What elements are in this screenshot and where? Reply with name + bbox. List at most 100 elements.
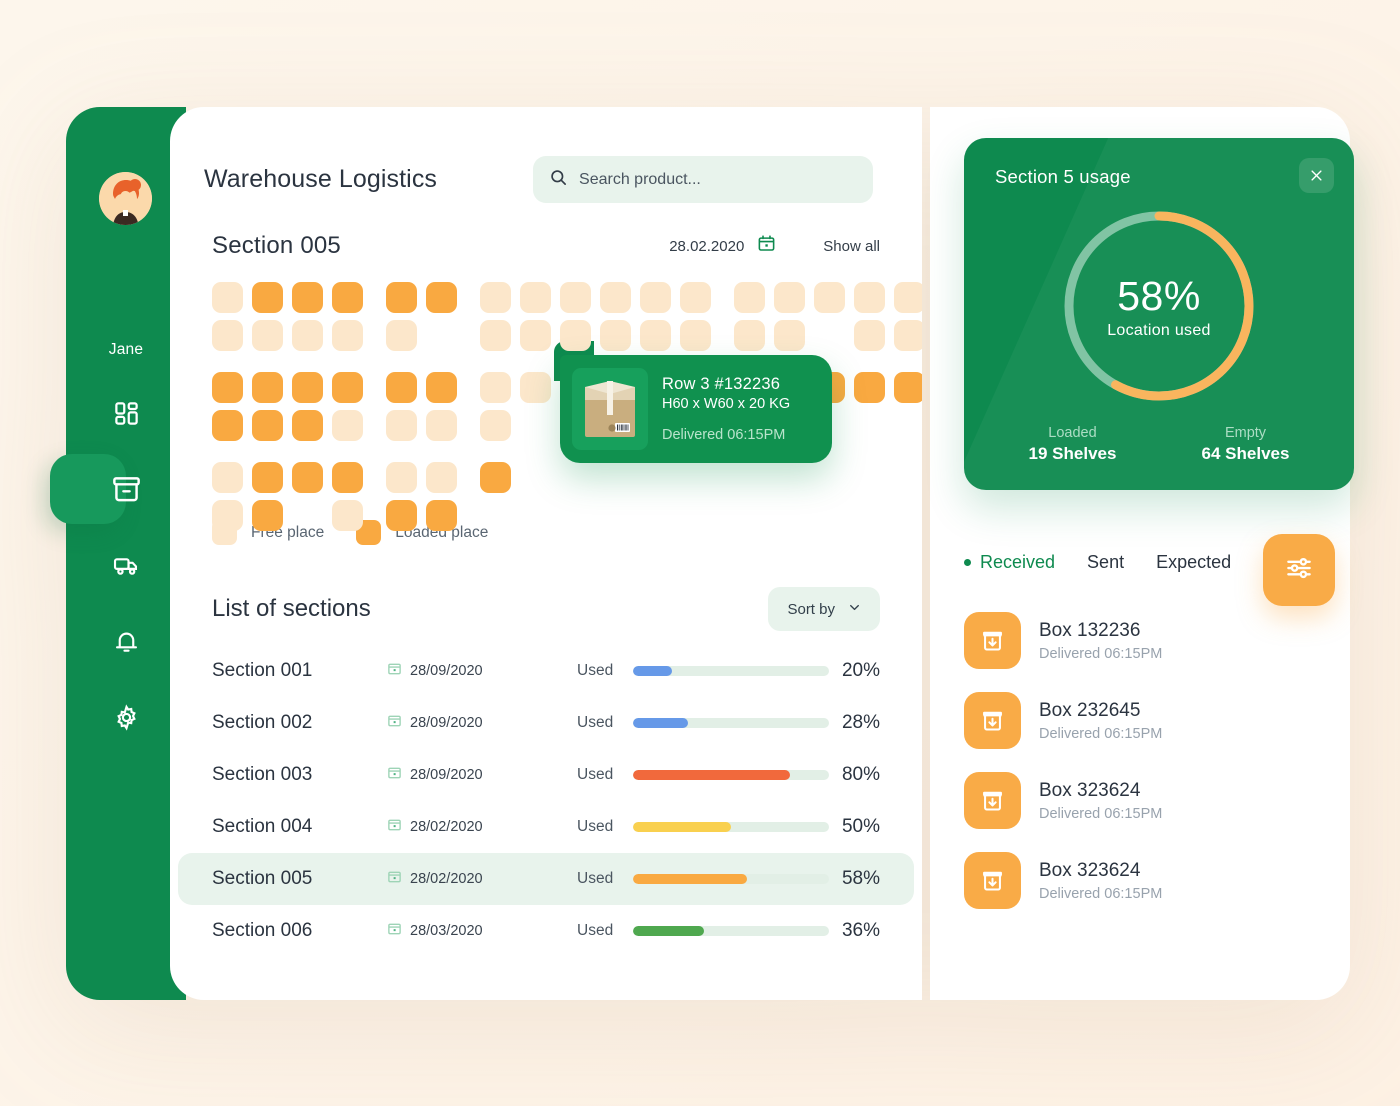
shelf-cell-loaded[interactable] — [332, 462, 363, 493]
box-name: Box 323624 — [1039, 859, 1141, 881]
search-input[interactable] — [579, 170, 858, 189]
table-row[interactable]: Section 005 28/02/2020 Used 58% — [178, 853, 914, 905]
shelf-cell-loaded[interactable] — [292, 410, 323, 441]
sidebar-item-warehouse[interactable] — [50, 451, 186, 527]
stat-loaded-label: Loaded — [1048, 425, 1097, 441]
shelf-cell-free[interactable] — [386, 410, 417, 441]
shelf-cell-free[interactable] — [640, 282, 671, 313]
shelf-cell-free[interactable] — [332, 410, 363, 441]
list-item[interactable]: Box 232645 Delivered 06:15PM — [964, 692, 1322, 749]
shelf-cell-free[interactable] — [520, 372, 551, 403]
shelf-popup-card[interactable]: Row 3 #132236 H60 x W60 x 20 KG Delivere… — [554, 341, 832, 463]
shelf-cell-free[interactable] — [520, 282, 551, 313]
shelf-cell-loaded[interactable] — [212, 372, 243, 403]
shelf-cell-free[interactable] — [814, 282, 845, 313]
list-item[interactable]: Box 323624 Delivered 06:15PM — [964, 852, 1322, 909]
shelf-cell-loaded[interactable] — [252, 372, 283, 403]
shelf-cell-free[interactable] — [894, 320, 922, 351]
close-icon[interactable] — [1299, 158, 1334, 193]
calendar-icon[interactable] — [757, 234, 776, 258]
shelf-cell-loaded[interactable] — [252, 282, 283, 313]
shelf-cell-free[interactable] — [480, 410, 511, 441]
table-row[interactable]: Section 001 28/09/2020 Used 20% — [178, 645, 914, 697]
usage-progress-fill — [633, 822, 731, 832]
tab-expected[interactable]: Expected — [1156, 552, 1231, 573]
shelf-cell-free[interactable] — [480, 282, 511, 313]
shelf-cell-free[interactable] — [212, 500, 243, 531]
table-row[interactable]: Section 003 28/09/2020 Used 80% — [178, 749, 914, 801]
section-date: 28.02.2020 — [669, 237, 745, 255]
section-name: Section 001 — [212, 660, 313, 681]
shelf-cell-free[interactable] — [640, 320, 671, 351]
shelf-cell-free[interactable] — [212, 462, 243, 493]
section-date: 28/09/2020 — [410, 715, 483, 731]
list-item[interactable]: Box 132236 Delivered 06:15PM — [964, 612, 1322, 669]
shelf-cell-free[interactable] — [386, 320, 417, 351]
shelf-cell-free[interactable] — [854, 282, 885, 313]
shelf-cell-loaded[interactable] — [894, 372, 922, 403]
shelf-cell-free[interactable] — [480, 372, 511, 403]
table-row[interactable]: Section 006 28/03/2020 Used 36% — [178, 905, 914, 957]
shelf-cell-free[interactable] — [680, 282, 711, 313]
sidebar-item-settings[interactable] — [66, 679, 186, 755]
shelf-grid-row — [212, 462, 922, 500]
shelf-cell-free[interactable] — [212, 320, 243, 351]
shelf-cell-loaded[interactable] — [292, 372, 323, 403]
shelf-cell-loaded[interactable] — [426, 500, 457, 531]
shelf-cell-loaded[interactable] — [386, 500, 417, 531]
sidebar-item-dashboard[interactable] — [66, 375, 186, 451]
shelf-cell-free[interactable] — [560, 282, 591, 313]
shelf-cell-loaded[interactable] — [252, 462, 283, 493]
shelf-cell-free[interactable] — [774, 320, 805, 351]
tab-received[interactable]: Received — [964, 552, 1055, 573]
avatar[interactable] — [99, 172, 152, 225]
search-bar[interactable] — [533, 156, 874, 203]
shelf-cell-free[interactable] — [680, 320, 711, 351]
tab-sent[interactable]: Sent — [1087, 552, 1124, 573]
shelf-cell-loaded[interactable] — [332, 282, 363, 313]
shelf-cell-free[interactable] — [894, 282, 922, 313]
shelf-cell-free[interactable] — [386, 462, 417, 493]
shelf-cell-loaded[interactable] — [292, 462, 323, 493]
section-name: Section 005 — [212, 868, 313, 889]
shelf-cell-loaded[interactable] — [426, 282, 457, 313]
shelf-cell-free[interactable] — [600, 282, 631, 313]
shelf-cell-loaded[interactable] — [480, 462, 511, 493]
shelf-cell-blank — [774, 500, 805, 531]
sidebar-item-delivery[interactable] — [66, 527, 186, 603]
shelf-cell-free[interactable] — [480, 320, 511, 351]
shelf-cell-loaded[interactable] — [292, 282, 323, 313]
shelf-cell-free[interactable] — [332, 320, 363, 351]
shelf-cell-free[interactable] — [252, 320, 283, 351]
shelf-cell-loaded[interactable] — [426, 372, 457, 403]
shelf-cell-blank — [680, 500, 711, 531]
sidebar-item-notifications[interactable] — [66, 603, 186, 679]
shelf-cell-free[interactable] — [560, 320, 591, 351]
shelf-cell-blank — [680, 462, 711, 493]
shelf-cell-loaded[interactable] — [252, 500, 283, 531]
list-item[interactable]: Box 323624 Delivered 06:15PM — [964, 772, 1322, 829]
shelf-cell-loaded[interactable] — [252, 410, 283, 441]
table-row[interactable]: Section 004 28/02/2020 Used 50% — [178, 801, 914, 853]
shelf-cell-loaded[interactable] — [212, 410, 243, 441]
shelf-cell-free[interactable] — [520, 320, 551, 351]
shelf-cell-loaded[interactable] — [386, 282, 417, 313]
shelf-cell-free[interactable] — [774, 282, 805, 313]
shelf-cell-free[interactable] — [426, 462, 457, 493]
shelf-cell-loaded[interactable] — [854, 372, 885, 403]
show-all-link[interactable]: Show all — [823, 238, 880, 255]
shelf-cell-free[interactable] — [332, 500, 363, 531]
shelf-cell-free[interactable] — [854, 320, 885, 351]
shelf-cell-free[interactable] — [734, 282, 765, 313]
shelf-cell-free[interactable] — [426, 410, 457, 441]
shelf-cell-free[interactable] — [212, 282, 243, 313]
shelf-cell-free[interactable] — [600, 320, 631, 351]
filter-button[interactable] — [1263, 534, 1335, 606]
shelf-cell-loaded[interactable] — [332, 372, 363, 403]
active-tab-dot — [964, 559, 971, 566]
sort-by-button[interactable]: Sort by — [768, 587, 880, 631]
shelf-cell-loaded[interactable] — [386, 372, 417, 403]
shelf-cell-free[interactable] — [292, 320, 323, 351]
table-row[interactable]: Section 002 28/09/2020 Used 28% — [178, 697, 914, 749]
shelf-cell-free[interactable] — [734, 320, 765, 351]
